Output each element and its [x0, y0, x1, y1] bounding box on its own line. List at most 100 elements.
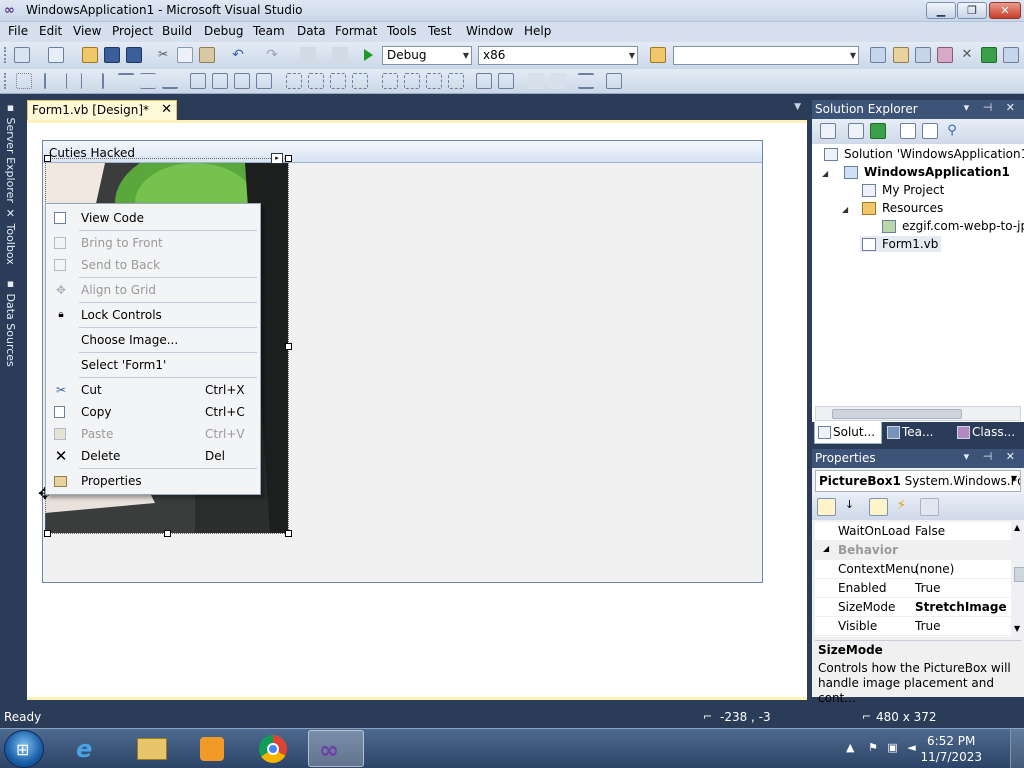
object-browser-icon[interactable]: [915, 47, 931, 63]
redo-icon[interactable]: ↷: [264, 47, 280, 63]
open-folder-icon[interactable]: [82, 47, 98, 63]
decrease-vertical-spacing-icon[interactable]: [426, 73, 442, 89]
menu-file[interactable]: File: [8, 24, 28, 38]
configuration-dropdown[interactable]: Debug ▼: [382, 46, 472, 65]
align-lefts-icon[interactable]: [44, 73, 60, 89]
menu-item-properties[interactable]: Properties: [46, 470, 260, 492]
paste-icon[interactable]: [199, 47, 215, 63]
data-sources-tab[interactable]: ▪ Data Sources: [3, 277, 17, 367]
navigate-backward-icon[interactable]: [300, 47, 316, 63]
tab-team-explorer[interactable]: Tea...: [884, 422, 952, 444]
show-all-files-icon[interactable]: [848, 123, 864, 139]
make-same-size-icon[interactable]: [234, 73, 250, 89]
view-code-icon[interactable]: [900, 123, 916, 139]
tree-my-project[interactable]: My Project: [862, 183, 944, 197]
undo-icon[interactable]: ↶: [230, 47, 246, 63]
tree-form1-vb[interactable]: Form1.vb: [860, 236, 942, 252]
scroll-down-icon[interactable]: ▼: [1014, 624, 1020, 633]
find-in-files-icon[interactable]: [650, 47, 666, 63]
tree-resources[interactable]: Resources: [862, 201, 943, 215]
clock[interactable]: 6:52 PM 11/7/2023: [920, 733, 982, 765]
tab-form1-design[interactable]: Form1.vb [Design]* ✕: [27, 100, 177, 120]
close-icon[interactable]: ✕: [161, 102, 172, 117]
command-window-icon[interactable]: [1003, 47, 1019, 63]
make-same-height-icon[interactable]: [212, 73, 228, 89]
new-project-icon[interactable]: [14, 47, 30, 63]
object-selector[interactable]: PictureBox1 System.Windows.For ▼: [815, 470, 1021, 492]
pane-header-buttons[interactable]: ▾ ⊣ ✕: [964, 101, 1020, 114]
property-category-behavior[interactable]: ◢ Behavior: [815, 541, 1011, 560]
menu-tools[interactable]: Tools: [387, 24, 417, 38]
center-horizontally-icon[interactable]: [476, 73, 492, 89]
alphabetical-icon[interactable]: ↓: [840, 498, 859, 516]
tree-solution[interactable]: Solution 'WindowsApplication1': [824, 147, 1024, 161]
menu-build[interactable]: Build: [162, 24, 192, 38]
action-center-icon[interactable]: ⚑: [868, 741, 878, 754]
refresh-icon[interactable]: [870, 123, 886, 139]
start-debugging-icon[interactable]: [364, 49, 373, 61]
server-explorer-tab[interactable]: ▪ Server Explorer: [3, 101, 17, 203]
taskbar-internet-explorer[interactable]: e: [62, 730, 118, 767]
bring-to-front-icon[interactable]: [528, 73, 544, 89]
taskbar-file-explorer[interactable]: [124, 730, 180, 767]
lock-controls-icon[interactable]: [606, 73, 622, 89]
menu-item-select-form1[interactable]: Select 'Form1': [46, 354, 260, 376]
property-pages-icon[interactable]: [920, 498, 939, 516]
align-centers-icon[interactable]: [66, 73, 82, 89]
toolbox-window-icon[interactable]: [937, 47, 953, 63]
view-designer-icon[interactable]: [922, 123, 938, 139]
menu-item-view-code[interactable]: View Code: [46, 207, 260, 229]
vertical-scrollbar[interactable]: ▲ ▼: [1012, 522, 1024, 637]
save-all-icon[interactable]: [126, 47, 142, 63]
menu-edit[interactable]: Edit: [39, 24, 62, 38]
properties-view-icon[interactable]: [869, 498, 888, 516]
menu-item-bring-to-front[interactable]: Bring to Front: [46, 232, 260, 254]
make-same-width-icon[interactable]: [190, 73, 206, 89]
resize-handle-right[interactable]: [285, 343, 292, 350]
start-button[interactable]: ⊞: [4, 730, 44, 768]
menu-test[interactable]: Test: [428, 24, 452, 38]
menu-help[interactable]: Help: [524, 24, 551, 38]
collapse-toggle-icon[interactable]: ◢: [822, 169, 828, 178]
property-value[interactable]: (none): [915, 562, 954, 576]
align-rights-icon[interactable]: [88, 73, 104, 89]
menu-format[interactable]: Format: [335, 24, 377, 38]
menu-item-send-to-back[interactable]: Send to Back: [46, 254, 260, 276]
align-middles-icon[interactable]: [140, 73, 156, 89]
taskbar-visual-studio[interactable]: ∞: [308, 730, 364, 767]
remove-vertical-spacing-icon[interactable]: [448, 73, 464, 89]
increase-vertical-spacing-icon[interactable]: [404, 73, 420, 89]
resize-handle-bottom-right[interactable]: [285, 530, 292, 537]
toolbox-tab[interactable]: ✕ Toolbox: [3, 207, 17, 265]
events-icon[interactable]: ⚡: [892, 498, 911, 516]
taskbar-chrome[interactable]: [246, 730, 302, 767]
start-page-icon[interactable]: [981, 47, 997, 63]
menu-item-copy[interactable]: Copy Ctrl+C: [46, 401, 260, 423]
menu-view[interactable]: View: [73, 24, 101, 38]
close-button[interactable]: ✕: [989, 2, 1021, 19]
menu-team[interactable]: Team: [253, 24, 285, 38]
tab-class-view[interactable]: Class...: [954, 422, 1024, 444]
menu-item-paste[interactable]: Paste Ctrl+V: [46, 423, 260, 445]
horizontal-scrollbar[interactable]: [815, 406, 1021, 421]
menu-item-cut[interactable]: ✂ Cut Ctrl+X: [46, 379, 260, 401]
menu-item-choose-image[interactable]: Choose Image...: [46, 329, 260, 351]
property-value[interactable]: False: [915, 524, 945, 538]
toolbar-grip[interactable]: [4, 47, 7, 63]
property-value[interactable]: StretchImage: [915, 600, 1007, 614]
platform-dropdown[interactable]: x86 ▼: [478, 46, 638, 65]
decrease-horizontal-spacing-icon[interactable]: [330, 73, 346, 89]
show-desktop-button[interactable]: [1010, 729, 1024, 768]
align-bottoms-icon[interactable]: [162, 73, 178, 89]
collapse-toggle-icon[interactable]: ◢: [842, 205, 848, 214]
add-item-icon[interactable]: [48, 47, 64, 63]
horizontal-spacing-icon[interactable]: [286, 73, 302, 89]
property-value[interactable]: True: [915, 619, 941, 633]
resize-handle-top-left[interactable]: [44, 155, 51, 162]
vertical-spacing-icon[interactable]: [382, 73, 398, 89]
resize-handle-bottom[interactable]: [164, 530, 171, 537]
tree-image-file[interactable]: ezgif.com-webp-to-jp: [882, 219, 1024, 233]
collapse-toggle-icon[interactable]: ◢: [823, 544, 829, 553]
volume-icon[interactable]: ◄: [907, 741, 915, 754]
remove-horizontal-spacing-icon[interactable]: [352, 73, 368, 89]
